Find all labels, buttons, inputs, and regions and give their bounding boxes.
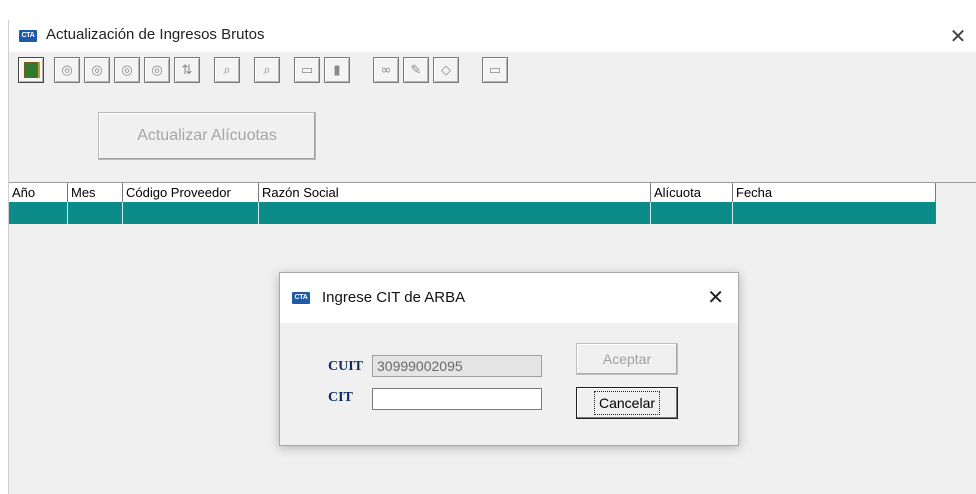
update-rates-button[interactable]: Actualizar Alícuotas <box>98 112 316 160</box>
dialog-title: Ingrese CIT de ARBA <box>322 289 466 306</box>
column-header-date[interactable]: Fecha <box>733 183 935 202</box>
first-record-icon[interactable]: ◎ <box>54 57 80 83</box>
column-header-month[interactable]: Mes <box>68 183 123 202</box>
cancel-button[interactable]: Cancelar <box>576 387 678 419</box>
cuit-field: 30999002095 <box>372 355 542 377</box>
window-close-icon[interactable]: ✕ <box>943 20 973 52</box>
cancel-button-label: Cancelar <box>593 391 661 415</box>
table-cell[interactable] <box>651 202 733 224</box>
grid-header: Año Mes Código Proveedor Razón Social Al… <box>9 183 936 202</box>
app-logo-icon: CTA <box>19 30 37 42</box>
window-title: Actualización de Ingresos Brutos <box>46 26 265 43</box>
table-cell[interactable] <box>68 202 123 224</box>
table-cell[interactable] <box>259 202 651 224</box>
dialog-title-bar: CTA Ingrese CIT de ARBA ✕ <box>280 273 738 323</box>
last-record-icon[interactable]: ◎ <box>144 57 170 83</box>
search-preview-icon[interactable]: ⌕ <box>254 57 280 83</box>
column-header-rate[interactable]: Alícuota <box>651 183 733 202</box>
binoculars-icon[interactable]: ⌕ <box>214 57 240 83</box>
cit-dialog: CTA Ingrese CIT de ARBA ✕ CUIT 309990020… <box>279 272 739 446</box>
accept-button[interactable]: Aceptar <box>576 343 678 375</box>
cuit-label: CUIT <box>328 359 364 374</box>
next-record-icon[interactable]: ◎ <box>114 57 140 83</box>
cit-input[interactable] <box>372 388 542 410</box>
toolbar: ◎ ◎ ◎ ◎ ⇅ ⌕ ⌕ ▭ ▮ ∞ ✎ ◇ ▭ <box>9 54 976 92</box>
cit-label: CIT <box>328 390 353 405</box>
table-cell[interactable] <box>733 202 935 224</box>
eraser-icon[interactable]: ◇ <box>433 57 459 83</box>
column-header-year[interactable]: Año <box>9 183 68 202</box>
exit-icon[interactable] <box>18 57 44 83</box>
column-header-supplier-code[interactable]: Código Proveedor <box>123 183 259 202</box>
app-logo-icon: CTA <box>292 292 310 304</box>
save-icon[interactable]: ▭ <box>294 57 320 83</box>
title-bar: CTA Actualización de Ingresos Brutos ✕ <box>9 20 976 52</box>
table-cell[interactable] <box>9 202 68 224</box>
edit-pencil-icon[interactable]: ✎ <box>403 57 429 83</box>
print-icon[interactable]: ▭ <box>482 57 508 83</box>
dialog-close-icon[interactable]: ✕ <box>707 285 724 309</box>
delete-icon[interactable]: ▮ <box>324 57 350 83</box>
previous-record-icon[interactable]: ◎ <box>84 57 110 83</box>
table-row[interactable] <box>9 202 936 224</box>
column-header-company-name[interactable]: Razón Social <box>259 183 651 202</box>
table-cell[interactable] <box>123 202 259 224</box>
view-glasses-icon[interactable]: ∞ <box>373 57 399 83</box>
sort-icon[interactable]: ⇅ <box>174 57 200 83</box>
